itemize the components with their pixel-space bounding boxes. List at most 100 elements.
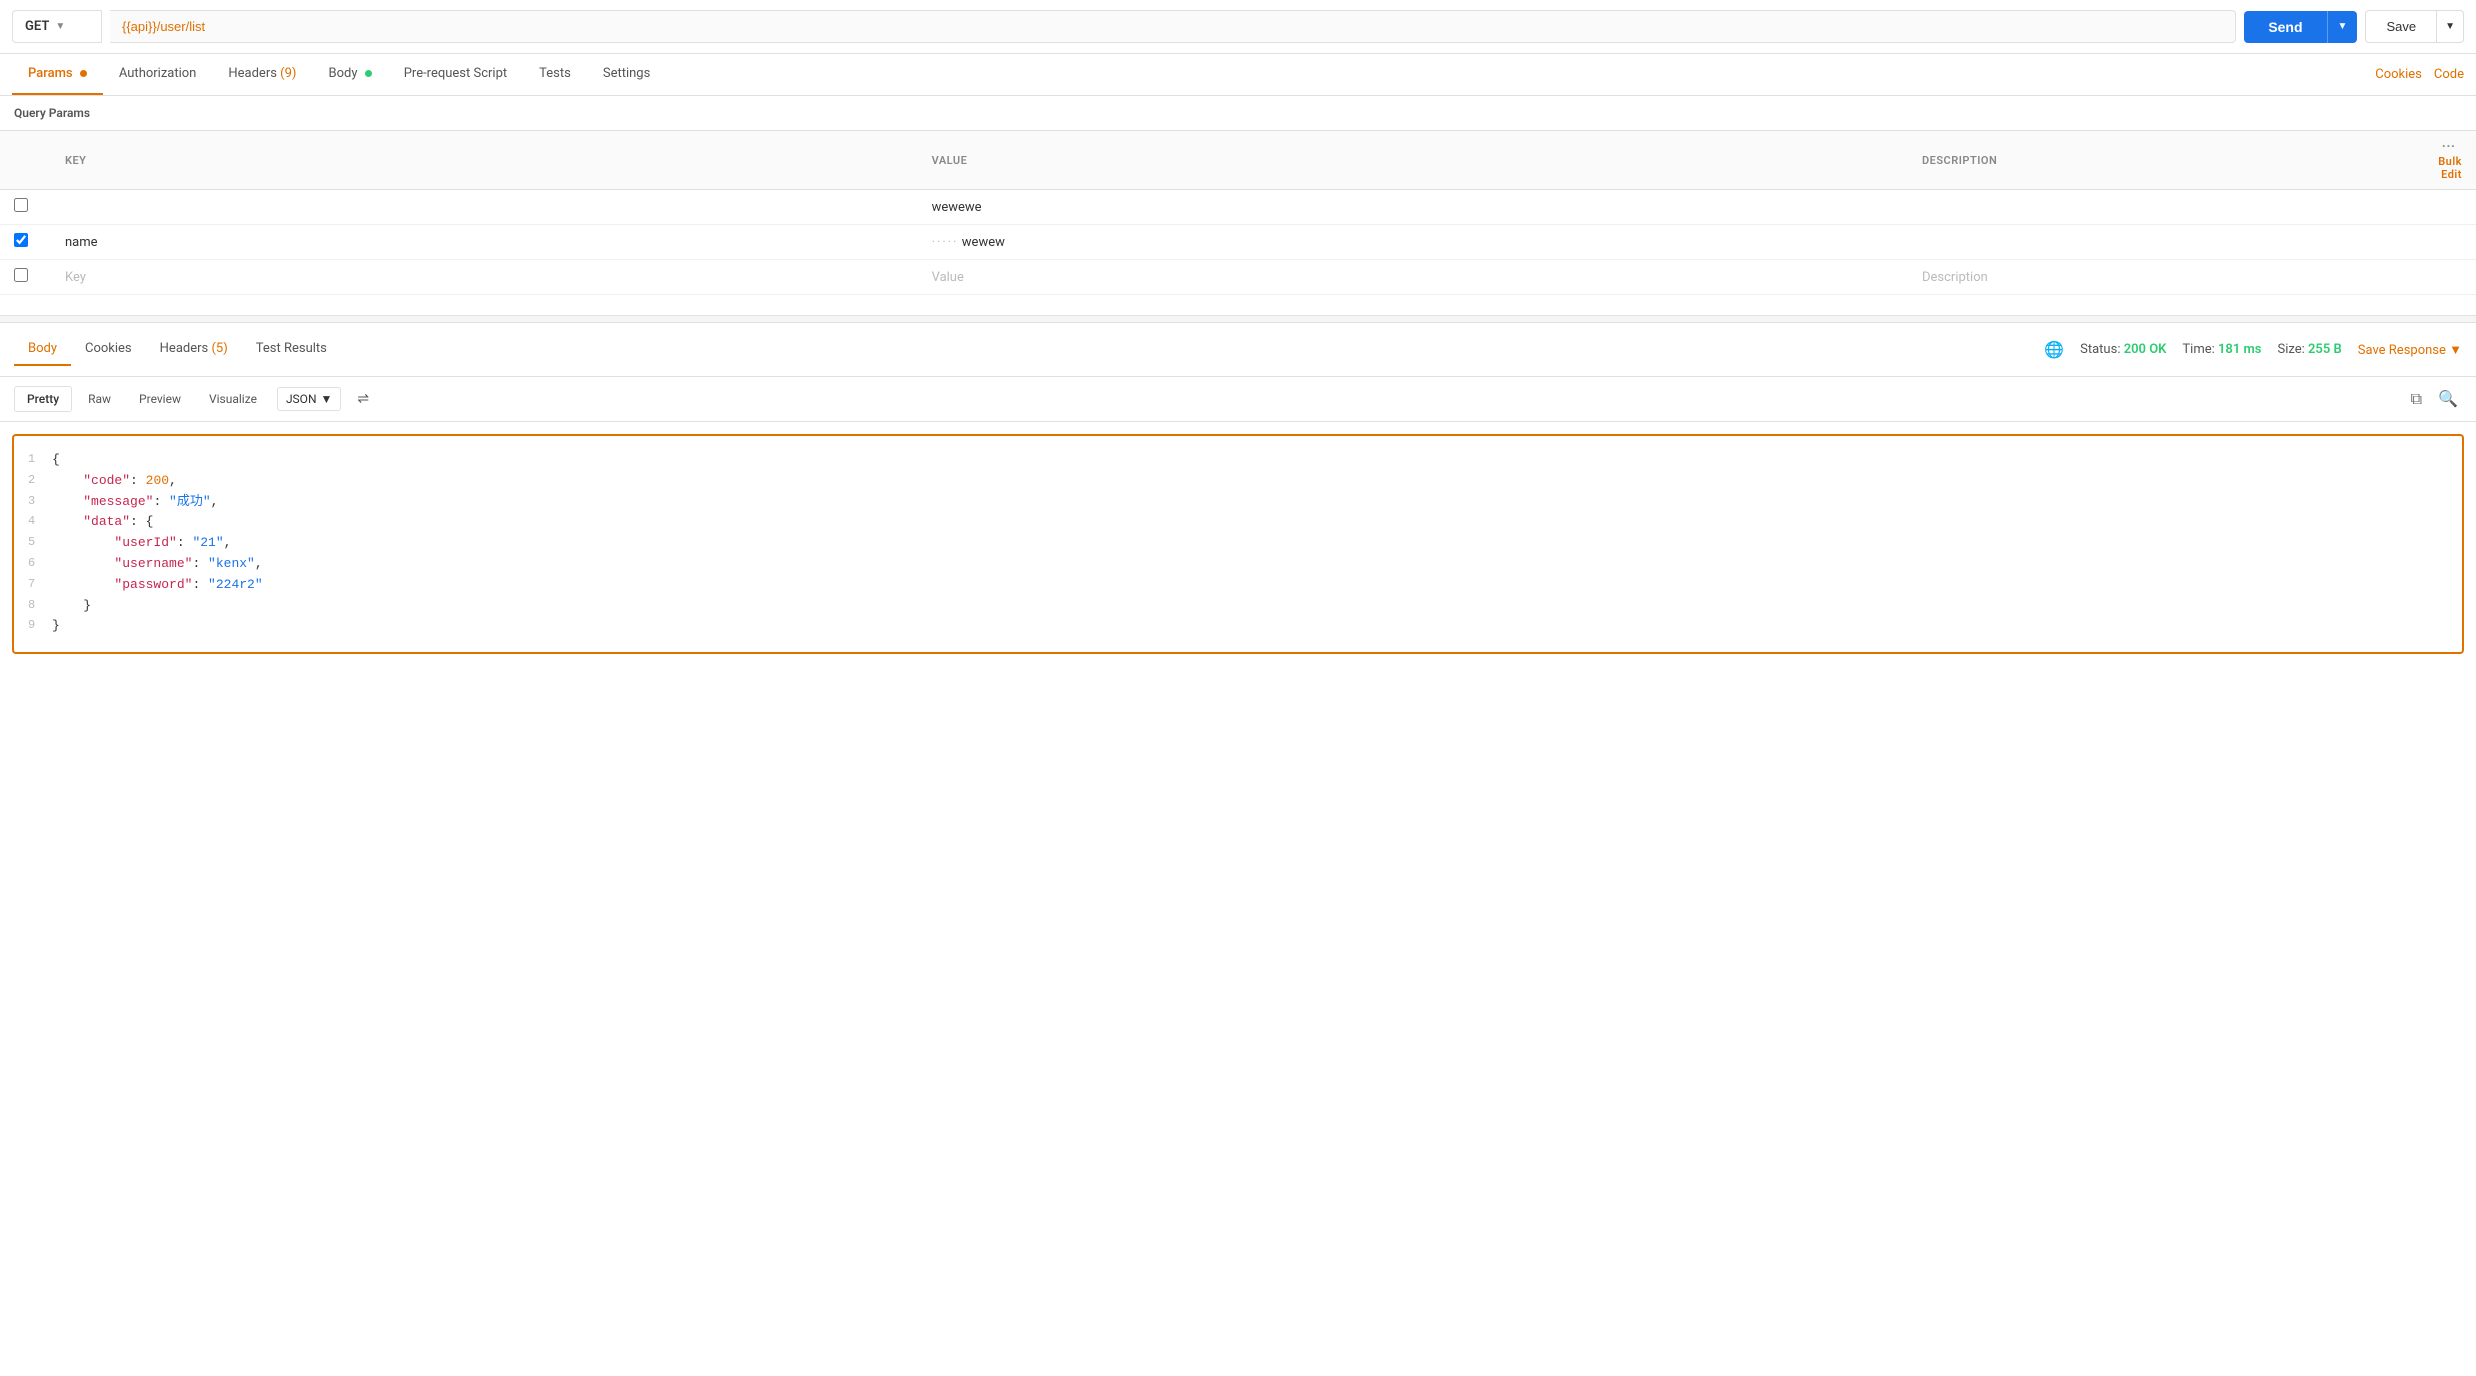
tab-tests-label: Tests [539, 66, 571, 81]
tab-headers[interactable]: Headers (9) [212, 54, 312, 95]
col-value-header: VALUE [918, 131, 1908, 190]
line-num: 3 [28, 492, 52, 513]
status-label: Status: 200 OK [2080, 342, 2166, 357]
format-tab-preview[interactable]: Preview [127, 387, 193, 411]
row1-value[interactable]: wewewe [918, 190, 1908, 225]
row2-value[interactable]: ····· wewew [918, 225, 1908, 260]
wrap-button[interactable]: ⇌ [349, 386, 377, 412]
code-content: } [52, 616, 60, 637]
tab-pre-request-label: Pre-request Script [404, 66, 507, 81]
row2-check[interactable] [0, 225, 51, 260]
row3-key[interactable]: Key [51, 260, 918, 295]
tab-params-label: Params [28, 66, 73, 81]
line-num: 9 [28, 616, 52, 637]
method-chevron-icon: ▼ [55, 21, 65, 32]
json-format-select[interactable]: JSON ▼ [277, 387, 341, 411]
code-link[interactable]: Code [2434, 67, 2464, 82]
code-line: 7 "password": "224r2" [28, 575, 2448, 596]
tab-authorization[interactable]: Authorization [103, 54, 213, 95]
response-tab-test-results[interactable]: Test Results [242, 333, 341, 366]
row3-actions [2403, 260, 2476, 295]
row1-desc[interactable] [1908, 190, 2403, 225]
code-line: 1 { [28, 450, 2448, 471]
copy-icon[interactable]: ⧉ [2407, 385, 2426, 413]
tabs-bar: Params Authorization Headers (9) Body Pr… [0, 54, 2476, 96]
row3-check[interactable] [0, 260, 51, 295]
col-desc-header: DESCRIPTION [1908, 131, 2403, 190]
tab-pre-request[interactable]: Pre-request Script [388, 54, 523, 95]
save-button[interactable]: Save [2365, 10, 2437, 43]
code-content: { [52, 450, 60, 471]
method-select[interactable]: GET ▼ [12, 10, 102, 43]
cookies-link[interactable]: Cookies [2375, 67, 2422, 82]
params-table: KEY VALUE DESCRIPTION ··· Bulk Edit wewe… [0, 131, 2476, 295]
query-params-title: Query Params [0, 96, 2476, 131]
tab-settings[interactable]: Settings [587, 54, 666, 95]
table-row: Key Value Description [0, 260, 2476, 295]
time-label: Time: 181 ms [2182, 342, 2261, 357]
row2-checkbox[interactable] [14, 233, 28, 247]
line-num: 6 [28, 554, 52, 575]
line-num: 7 [28, 575, 52, 596]
row3-value[interactable]: Value [918, 260, 1908, 295]
code-line: 6 "username": "kenx", [28, 554, 2448, 575]
body-dot [365, 70, 372, 77]
send-button[interactable]: Send [2244, 11, 2326, 43]
response-tab-body[interactable]: Body [14, 333, 71, 366]
format-tab-visualize[interactable]: Visualize [197, 387, 269, 411]
params-dot [80, 70, 87, 77]
code-content: "data": { [52, 512, 153, 533]
search-icon[interactable]: 🔍 [2434, 385, 2462, 413]
right-links: Cookies Code [2375, 67, 2464, 82]
row1-checkbox[interactable] [14, 198, 28, 212]
save-dropdown-button[interactable]: ▼ [2437, 10, 2464, 43]
section-divider [0, 315, 2476, 323]
row3-checkbox[interactable] [14, 268, 28, 282]
line-num: 5 [28, 533, 52, 554]
send-dropdown-button[interactable]: ▼ [2327, 11, 2358, 43]
status-value: 200 OK [2124, 342, 2167, 357]
tab-body[interactable]: Body [312, 54, 387, 95]
size-value: 255 B [2308, 342, 2342, 357]
send-btn-group: Send ▼ [2244, 11, 2357, 43]
format-tab-raw[interactable]: Raw [76, 387, 123, 411]
row2-key[interactable]: name [51, 225, 918, 260]
format-tab-pretty[interactable]: Pretty [14, 386, 72, 412]
table-row: wewewe [0, 190, 2476, 225]
response-tab-headers[interactable]: Headers (5) [146, 333, 242, 366]
line-num: 8 [28, 596, 52, 617]
response-tabs: Body Cookies Headers (5) Test Results [14, 333, 341, 366]
code-line: 2 "code": 200, [28, 471, 2448, 492]
json-format-chevron: ▼ [321, 392, 333, 406]
col-actions-header: ··· Bulk Edit [2403, 131, 2476, 190]
code-content: } [52, 596, 91, 617]
top-bar: GET ▼ Send ▼ Save ▼ [0, 0, 2476, 54]
tab-tests[interactable]: Tests [523, 54, 587, 95]
globe-icon[interactable]: 🌐 [2044, 340, 2064, 359]
code-content: "message": "成功", [52, 492, 218, 513]
code-area: 1 { 2 "code": 200, 3 "message": "成功", 4 … [12, 434, 2464, 654]
url-input[interactable] [110, 10, 2236, 43]
response-headers-count: (5) [211, 341, 227, 356]
save-response-button[interactable]: Save Response ▼ [2358, 342, 2462, 358]
row2-value-hidden: ····· [932, 235, 959, 250]
tab-params[interactable]: Params [12, 54, 103, 95]
row1-check[interactable] [0, 190, 51, 225]
line-num: 1 [28, 450, 52, 471]
tab-headers-label: Headers [228, 66, 280, 81]
code-line: 5 "userId": "21", [28, 533, 2448, 554]
row1-key[interactable] [51, 190, 918, 225]
code-line: 4 "data": { [28, 512, 2448, 533]
format-bar: Pretty Raw Preview Visualize JSON ▼ ⇌ ⧉ … [0, 377, 2476, 422]
row3-desc[interactable]: Description [1908, 260, 2403, 295]
row2-desc[interactable] [1908, 225, 2403, 260]
method-label: GET [25, 19, 49, 34]
bulk-edit-button[interactable]: Bulk Edit [2438, 155, 2462, 181]
code-line: 8 } [28, 596, 2448, 617]
time-value: 181 ms [2218, 342, 2262, 357]
save-btn-group: Save ▼ [2365, 10, 2464, 43]
response-tab-cookies[interactable]: Cookies [71, 333, 146, 366]
row2-actions [2403, 225, 2476, 260]
three-dots-icon[interactable]: ··· [2442, 139, 2456, 155]
code-content: "username": "kenx", [52, 554, 263, 575]
